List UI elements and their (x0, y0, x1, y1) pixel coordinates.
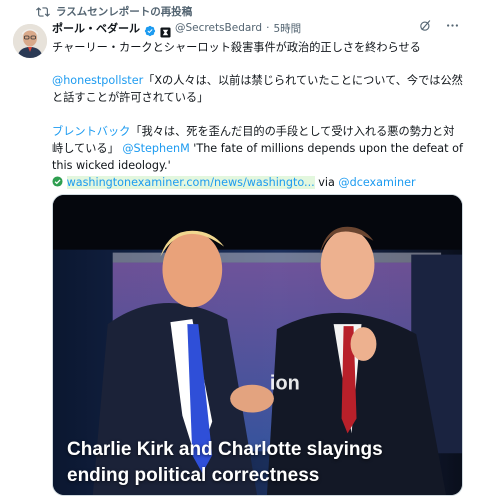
backdrop-text: ion (270, 373, 300, 395)
grok-icon[interactable] (418, 18, 433, 33)
author-handle[interactable]: @SecretsBedard (175, 22, 262, 34)
repost-indicator[interactable]: ラスムセンレポートの再投稿 (36, 3, 192, 19)
mention-dcexaminer[interactable]: @dcexaminer (338, 176, 415, 189)
affiliation-badge-icon[interactable] (160, 23, 171, 38)
tweet-link-line: washingtonexaminer.com/news/washingto...… (52, 174, 464, 191)
author-name[interactable]: ポール・ベダール (52, 20, 140, 36)
tweet-quote-paragraph: @honestpollster「Xの人々は、以前は禁じられていたことについて、今… (52, 72, 464, 106)
mention-honestpollster[interactable]: @honestpollster (52, 74, 143, 87)
hashtag-backlash[interactable]: ブレントバック (52, 125, 130, 138)
media-image[interactable]: ion Charlie Kirk and Charlotte slayings … (52, 194, 463, 496)
separator-dot: · (266, 22, 270, 34)
mention-stephenm[interactable]: @StephenM (122, 142, 189, 155)
caption-line-2: ending political correctness (67, 465, 320, 486)
timestamp[interactable]: 5時間 (273, 21, 301, 36)
header-actions (418, 18, 460, 33)
article-link[interactable]: washingtonexaminer.com/news/washingto... (66, 176, 315, 190)
tweet-line-1: チャーリー・カークとシャーロット殺害事件が政治的正しさを終わらせる (52, 41, 421, 54)
tweet-backlash-paragraph: ブレントバック「我々は、死を歪んだ目的の手段として受け入れる悪の勢力と対峙してい… (52, 123, 464, 175)
avatar[interactable] (13, 24, 47, 58)
caption-line-1: Charlie Kirk and Charlotte slayings (67, 439, 383, 460)
more-icon[interactable] (445, 18, 460, 33)
tweet-header: ポール・ベダール @SecretsBedard · 5時間 (52, 20, 301, 38)
media-caption: Charlie Kirk and Charlotte slayings endi… (67, 437, 452, 489)
check-mark-icon (52, 175, 63, 187)
repost-label: ラスムセンレポートの再投稿 (56, 5, 193, 18)
tweet-body: チャーリー・カークとシャーロット殺害事件が政治的正しさを終わらせる @hones… (52, 39, 464, 191)
repost-icon (36, 4, 50, 18)
via-text: via (314, 176, 339, 190)
verified-badge-icon (144, 22, 156, 37)
